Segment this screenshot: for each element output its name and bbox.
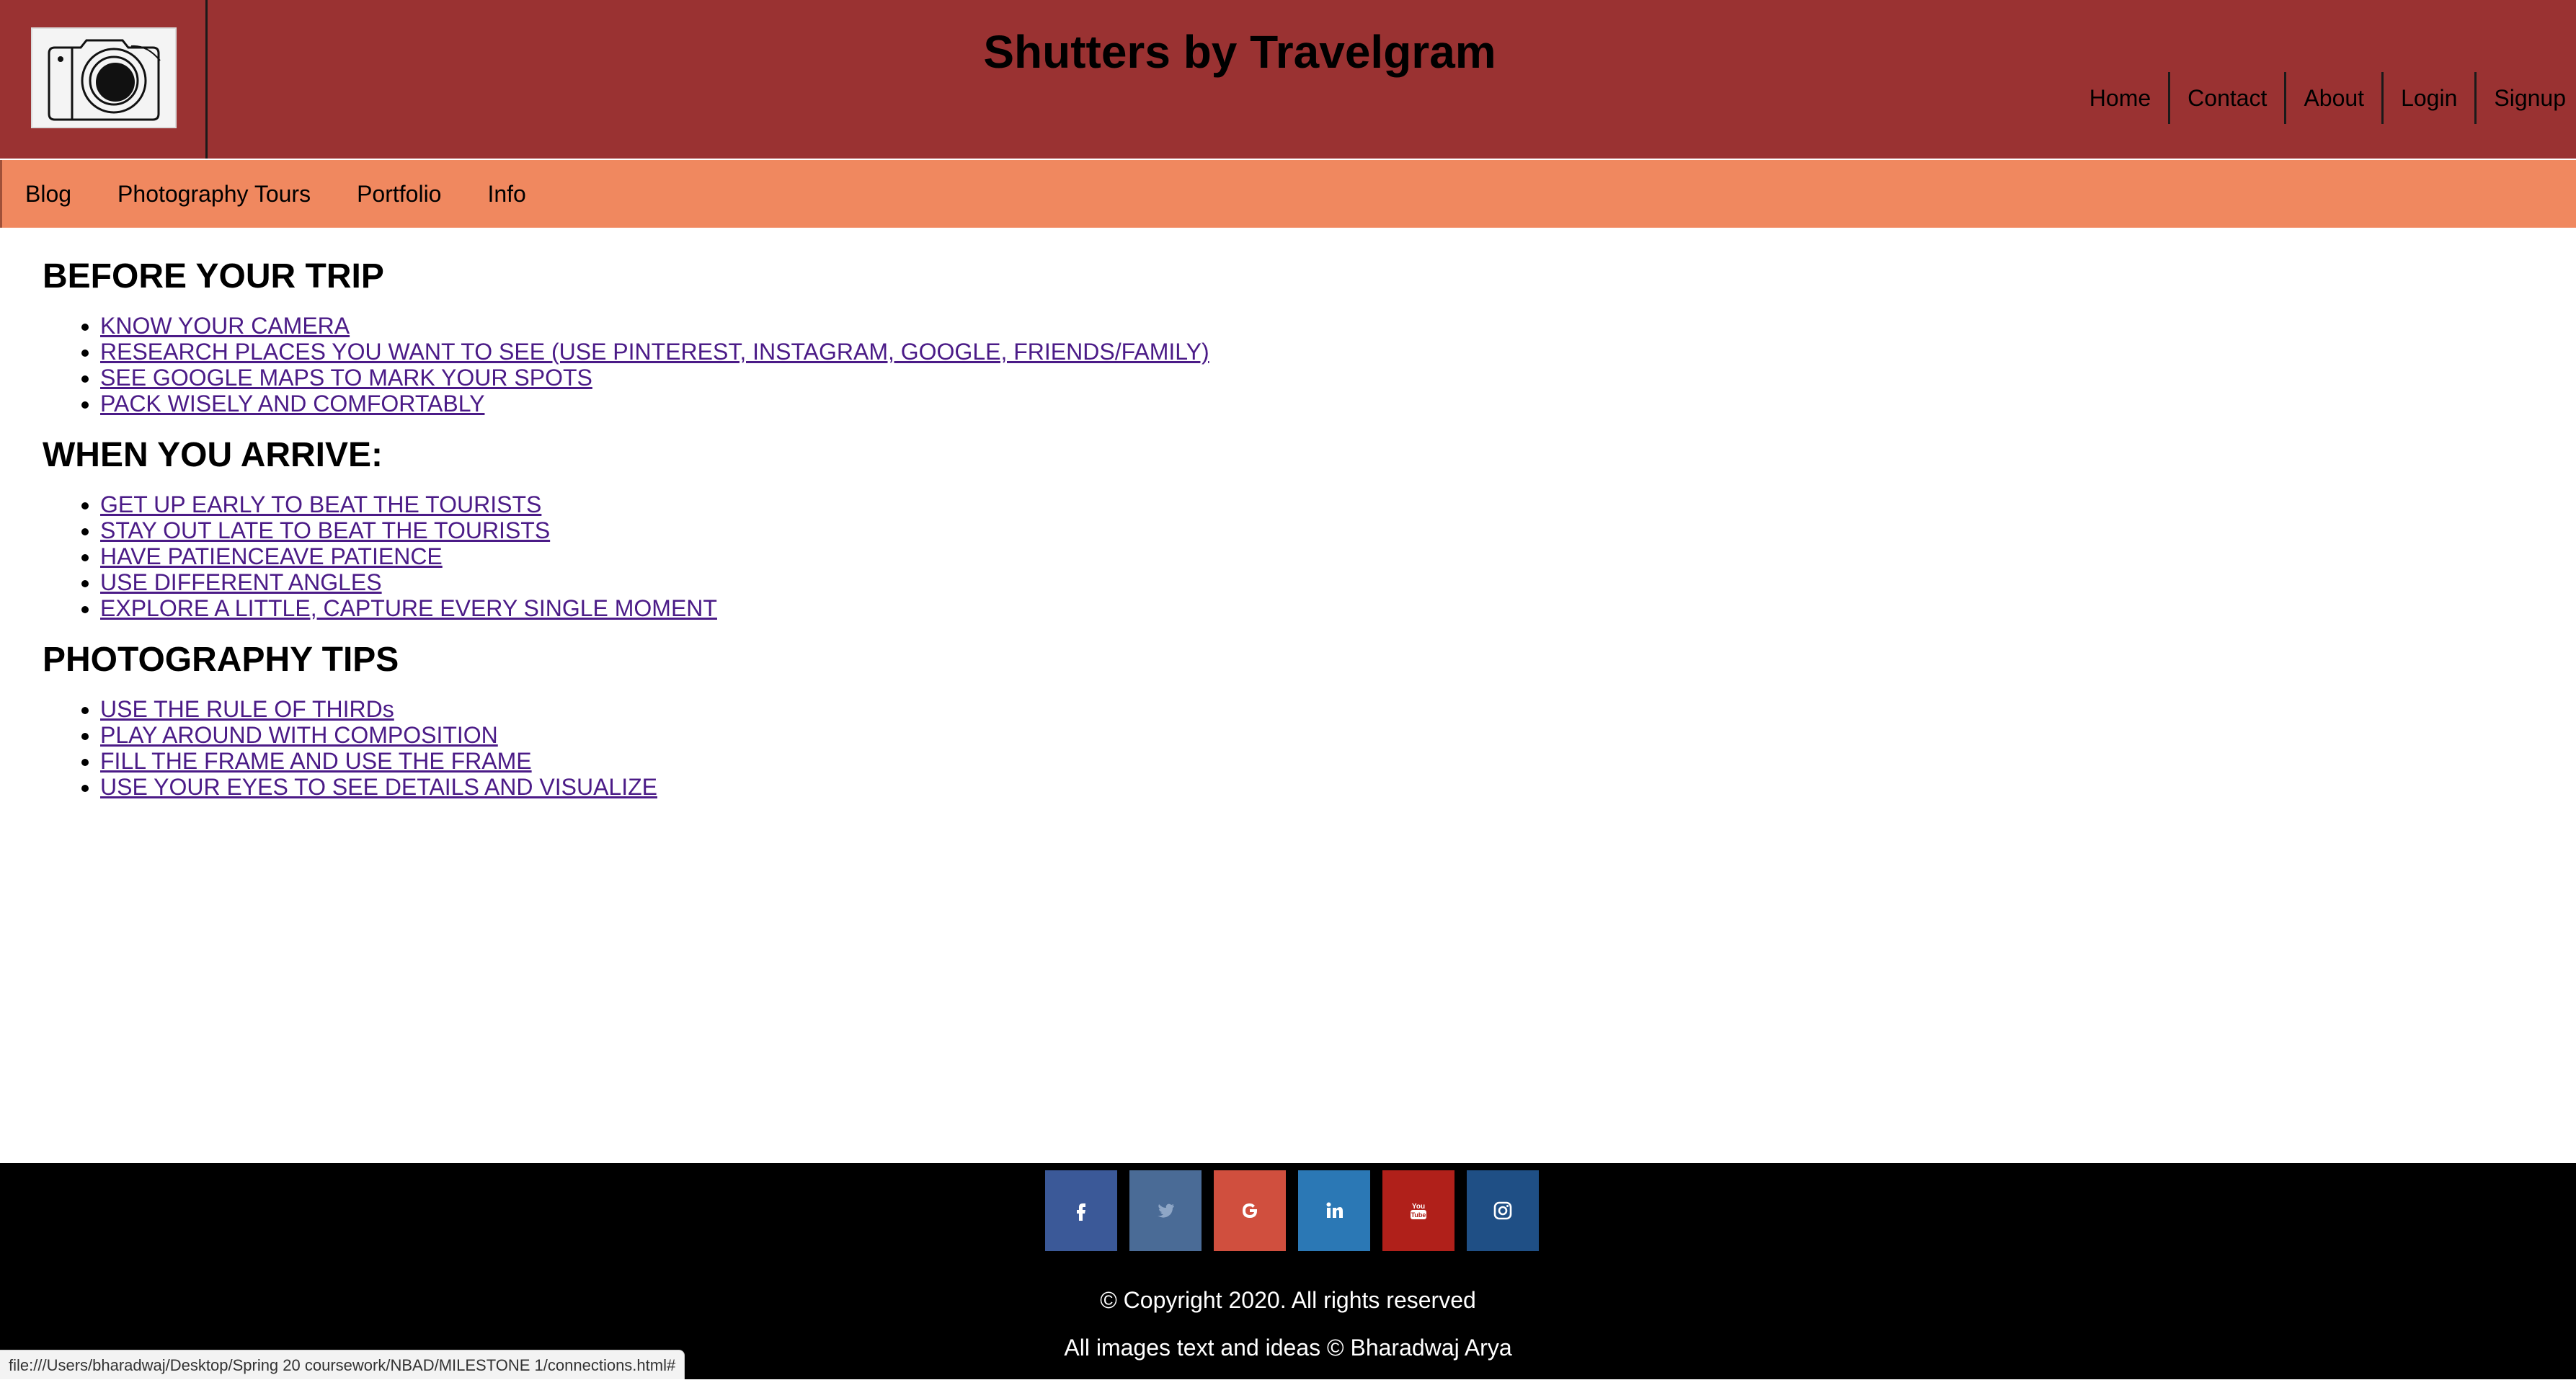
tip-link[interactable]: KNOW YOUR CAMERA — [100, 313, 350, 339]
tip-link[interactable]: STAY OUT LATE TO BEAT THE TOURISTS — [100, 517, 550, 543]
list-item: RESEARCH PLACES YOU WANT TO SEE (USE PIN… — [100, 339, 2493, 365]
linkedin-icon — [1326, 1202, 1343, 1218]
list-item: FILL THE FRAME AND USE THE FRAME — [100, 748, 2493, 774]
tip-link[interactable]: USE THE RULE OF THIRDs — [100, 696, 394, 722]
nav-home[interactable]: Home — [2072, 72, 2168, 124]
site-header: Shutters by Travelgram Home Contact Abou… — [0, 0, 2576, 159]
tip-link[interactable]: FILL THE FRAME AND USE THE FRAME — [100, 748, 532, 774]
google-icon — [1243, 1203, 1257, 1218]
nav-about[interactable]: About — [2284, 72, 2381, 124]
when-you-arrive-list: GET UP EARLY TO BEAT THE TOURISTS STAY O… — [43, 491, 2493, 621]
subnav-photography-tours[interactable]: Photography Tours — [94, 181, 334, 208]
subnav-blog[interactable]: Blog — [2, 181, 94, 208]
list-item: USE THE RULE OF THIRDs — [100, 696, 2493, 722]
tip-link[interactable]: SEE GOOGLE MAPS TO MARK YOUR SPOTS — [100, 365, 592, 391]
social-links: You Tube — [1045, 1170, 1539, 1251]
instagram-icon — [1493, 1201, 1512, 1220]
list-item: KNOW YOUR CAMERA — [100, 313, 2493, 339]
svg-text:Tube: Tube — [1411, 1211, 1426, 1219]
tip-link[interactable]: USE DIFFERENT ANGLES — [100, 569, 382, 595]
nav-contact[interactable]: Contact — [2168, 72, 2284, 124]
copyright-text: © Copyright 2020. All rights reserved — [1100, 1287, 1476, 1313]
subnav-info[interactable]: Info — [464, 181, 548, 208]
list-item: PLAY AROUND WITH COMPOSITION — [100, 722, 2493, 748]
tip-link[interactable]: PLAY AROUND WITH COMPOSITION — [100, 722, 498, 748]
instagram-button[interactable] — [1467, 1170, 1539, 1251]
google-button[interactable] — [1214, 1170, 1286, 1251]
section-heading-before-trip: BEFORE YOUR TRIP — [43, 257, 384, 295]
youtube-button[interactable]: You Tube — [1382, 1170, 1454, 1251]
list-item: PACK WISELY AND COMFORTABLY — [100, 391, 2493, 417]
main-content: BEFORE YOUR TRIP KNOW YOUR CAMERA RESEAR… — [43, 251, 2493, 813]
site-footer: You Tube © Copyright 2020. All rights re… — [0, 1163, 2576, 1379]
list-item: USE DIFFERENT ANGLES — [100, 569, 2493, 595]
tip-link[interactable]: USE YOUR EYES TO SEE DETAILS AND VISUALI… — [100, 774, 657, 800]
section-heading-when-you-arrive: WHEN YOU ARRIVE: — [43, 436, 383, 474]
twitter-button[interactable] — [1129, 1170, 1202, 1251]
tip-link[interactable]: RESEARCH PLACES YOU WANT TO SEE (USE PIN… — [100, 339, 1209, 365]
list-item: GET UP EARLY TO BEAT THE TOURISTS — [100, 491, 2493, 517]
list-item: HAVE PATIENCEAVE PATIENCE — [100, 543, 2493, 569]
section-heading-photography-tips: PHOTOGRAPHY TIPS — [43, 641, 399, 679]
tip-link[interactable]: GET UP EARLY TO BEAT THE TOURISTS — [100, 491, 541, 517]
list-item: EXPLORE A LITTLE, CAPTURE EVERY SINGLE M… — [100, 595, 2493, 621]
category-nav: Blog Photography Tours Portfolio Info — [0, 160, 2576, 228]
facebook-button[interactable] — [1045, 1170, 1117, 1251]
list-item: STAY OUT LATE TO BEAT THE TOURISTS — [100, 517, 2493, 543]
before-trip-list: KNOW YOUR CAMERA RESEARCH PLACES YOU WAN… — [43, 313, 2493, 417]
tip-link[interactable]: EXPLORE A LITTLE, CAPTURE EVERY SINGLE M… — [100, 595, 717, 621]
photography-tips-list: USE THE RULE OF THIRDs PLAY AROUND WITH … — [43, 696, 2493, 800]
svg-text:You: You — [1412, 1203, 1425, 1211]
list-item: SEE GOOGLE MAPS TO MARK YOUR SPOTS — [100, 365, 2493, 391]
linkedin-button[interactable] — [1298, 1170, 1370, 1251]
subnav-portfolio[interactable]: Portfolio — [334, 181, 464, 208]
top-nav: Home Contact About Login Signup — [2072, 72, 2576, 124]
nav-signup[interactable]: Signup — [2474, 72, 2576, 124]
tip-link[interactable]: PACK WISELY AND COMFORTABLY — [100, 391, 484, 417]
browser-status-url: file:///Users/bharadwaj/Desktop/Spring 2… — [0, 1350, 685, 1379]
nav-login[interactable]: Login — [2381, 72, 2474, 124]
facebook-icon — [1077, 1203, 1085, 1221]
youtube-icon: You Tube — [1411, 1203, 1426, 1219]
twitter-icon — [1158, 1203, 1174, 1218]
list-item: USE YOUR EYES TO SEE DETAILS AND VISUALI… — [100, 774, 2493, 800]
tip-link[interactable]: HAVE PATIENCEAVE PATIENCE — [100, 543, 443, 569]
